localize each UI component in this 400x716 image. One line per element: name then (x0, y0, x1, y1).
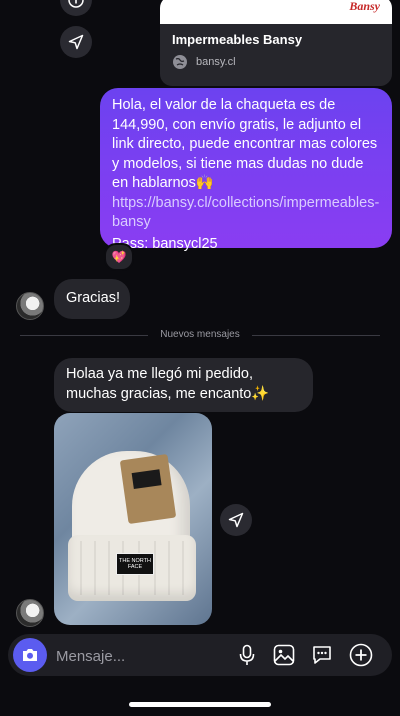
microphone-button[interactable] (234, 642, 260, 668)
photo-message[interactable]: THE NORTH FACE (54, 413, 212, 625)
share-icon (68, 34, 84, 50)
gallery-icon (273, 644, 295, 666)
info-icon (68, 0, 84, 8)
link-preview-image: Bansy (160, 0, 392, 24)
share-button[interactable] (60, 26, 92, 58)
new-messages-divider: Nuevos mensajes (160, 329, 240, 340)
globe-icon (173, 55, 187, 69)
sent-message-text: Hola, el valor de la chaqueta es de 144,… (112, 97, 378, 191)
link-preview-card[interactable]: Bansy Impermeables Bansy bansy.cl (160, 0, 392, 86)
sent-message-bubble[interactable]: Hola, el valor de la chaqueta es de 144,… (100, 88, 392, 252)
logo-patch: THE NORTH FACE (116, 553, 154, 575)
share-icon (228, 512, 244, 528)
contact-avatar[interactable] (16, 599, 44, 627)
gallery-button[interactable] (271, 642, 297, 668)
plus-icon (349, 643, 373, 667)
link-preview-domain-row: bansy.cl (172, 54, 236, 70)
sent-message-pass: Pass: bansycl25 (112, 235, 218, 252)
camera-icon (23, 649, 37, 661)
product-tag (119, 453, 177, 525)
message-input[interactable] (54, 644, 228, 668)
share-photo-button[interactable] (220, 504, 252, 536)
received-message-bubble[interactable]: Holaa ya me llegó mi pedido, muchas grac… (54, 358, 313, 412)
sent-message-link[interactable]: https://bansy.cl/collections/impermeable… (112, 194, 380, 233)
contact-avatar[interactable] (16, 292, 44, 320)
camera-button[interactable] (13, 638, 47, 672)
link-preview-title: Impermeables Bansy (172, 32, 303, 47)
sticker-button[interactable] (309, 642, 335, 668)
sticker-icon (313, 646, 331, 664)
info-button[interactable] (60, 0, 92, 16)
received-message-bubble[interactable]: Gracias! (54, 279, 130, 319)
add-button[interactable] (348, 642, 374, 668)
message-composer (8, 634, 392, 676)
brand-logo: Bansy (349, 0, 380, 13)
heart-reaction: 💖 (111, 250, 127, 264)
link-preview-domain: bansy.cl (196, 56, 236, 68)
home-indicator (129, 702, 271, 707)
received-message-text: Gracias! (66, 290, 120, 306)
message-reaction[interactable]: 💖 (104, 243, 134, 271)
microphone-icon (239, 644, 255, 665)
received-message-text: Holaa ya me llegó mi pedido, muchas grac… (66, 366, 270, 402)
